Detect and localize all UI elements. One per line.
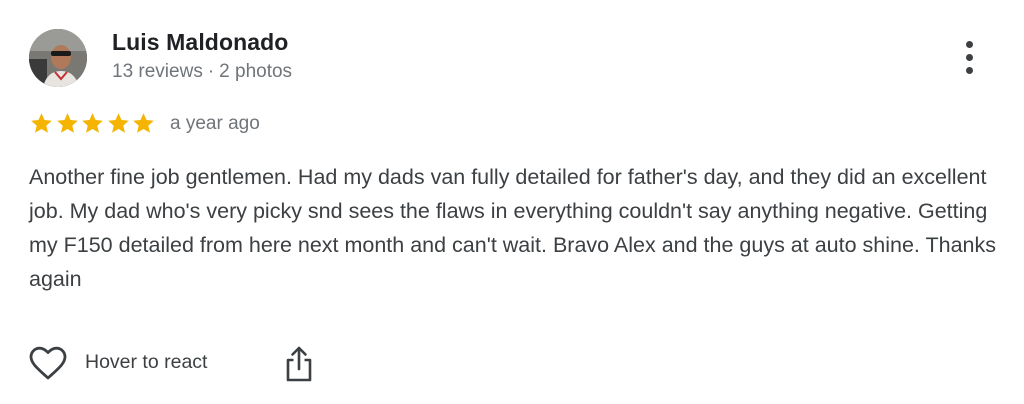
review-count[interactable]: 13 reviews bbox=[112, 61, 203, 82]
star-filled-icon bbox=[31, 113, 52, 133]
reviewer-name[interactable]: Luis Maldonado bbox=[112, 29, 288, 56]
star-filled-icon bbox=[107, 113, 129, 133]
more-vertical-icon-dot bbox=[966, 67, 973, 74]
share-icon[interactable] bbox=[284, 345, 314, 383]
more-vertical-icon-dot bbox=[966, 54, 973, 61]
more-options-button[interactable] bbox=[954, 38, 986, 78]
review-text: Another fine job gentlemen. Had my dads … bbox=[29, 165, 996, 291]
photo-count[interactable]: 2 photos bbox=[219, 61, 292, 82]
review-card: Luis Maldonado 13 reviews · 2 photos a yea… bbox=[0, 0, 1024, 404]
star-filled-icon bbox=[133, 113, 154, 133]
review-timestamp: a year ago bbox=[170, 113, 260, 134]
react-button-label[interactable]: Hover to react bbox=[85, 351, 207, 374]
star-filled-icon bbox=[82, 113, 103, 133]
heart-outline-icon[interactable] bbox=[29, 345, 67, 381]
avatar-photo bbox=[29, 29, 87, 87]
more-vertical-icon bbox=[966, 41, 973, 48]
star-filled-icon bbox=[56, 113, 78, 133]
meta-separator: · bbox=[207, 61, 215, 82]
reviewer-meta: 13 reviews · 2 photos bbox=[112, 61, 292, 83]
star-rating bbox=[29, 111, 157, 137]
reviewer-avatar[interactable] bbox=[29, 29, 87, 87]
